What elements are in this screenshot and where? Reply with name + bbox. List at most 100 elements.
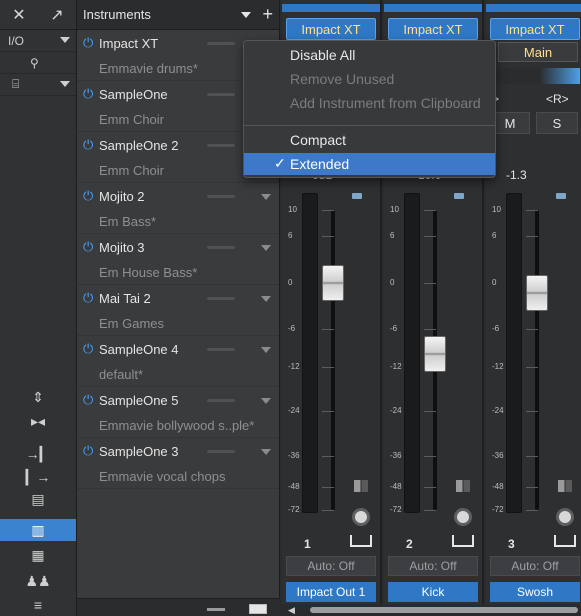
- volume-fader-knob[interactable]: [526, 275, 548, 311]
- fader-slot: [535, 210, 539, 510]
- chevron-down-icon[interactable]: [261, 296, 271, 302]
- power-icon[interactable]: ⏻: [83, 188, 99, 204]
- instrument-name-row[interactable]: ⏻ Mai Tai 2: [77, 285, 279, 311]
- chevron-down-icon[interactable]: [261, 347, 271, 353]
- power-icon[interactable]: ⏻: [83, 443, 99, 459]
- wrench-row[interactable]: ⚲: [0, 52, 76, 74]
- window-icon[interactable]: [249, 604, 267, 614]
- menu-item-label: Remove Unused: [290, 71, 395, 87]
- pan-control[interactable]: [490, 68, 580, 84]
- scale-tick: [322, 487, 334, 488]
- input-icon[interactable]: ▎→: [0, 466, 76, 488]
- level-bar: [207, 399, 235, 402]
- instrument-row[interactable]: ⏻ Mai Tai 2 Em Games: [77, 285, 279, 336]
- instrument-name-row[interactable]: ⏻ SampleOne 5: [77, 387, 279, 413]
- instrument-editor-icon[interactable]: [454, 508, 472, 526]
- channel-output-label[interactable]: Swosh: [490, 582, 580, 602]
- instrument-row[interactable]: ⏻ SampleOne 4 default*: [77, 336, 279, 387]
- menu-item-add-from-clipboard[interactable]: Add Instrument from Clipboard: [244, 92, 495, 114]
- preset-name[interactable]: Emmavie bollywood s..ple*: [77, 413, 279, 437]
- channel-instrument-label[interactable]: Impact XT: [490, 18, 580, 40]
- scale-label: 10: [288, 205, 297, 214]
- automation-mode[interactable]: Auto: Off: [286, 556, 376, 576]
- add-instrument-button[interactable]: +: [262, 4, 273, 25]
- instrument-name-row[interactable]: ⏻ SampleOne 3: [77, 438, 279, 464]
- preset-name[interactable]: default*: [77, 362, 279, 386]
- channel-color-bar: [486, 4, 581, 12]
- automation-mode[interactable]: Auto: Off: [388, 556, 478, 576]
- power-icon[interactable]: ⏻: [83, 290, 99, 306]
- people-icon[interactable]: ♟♟: [0, 570, 76, 592]
- instrument-name-row[interactable]: ⏻ Mojito 2: [77, 183, 279, 209]
- menu-item-label: Extended: [290, 156, 350, 172]
- instrument-row[interactable]: ⏻ Mojito 3 Em House Bass*: [77, 234, 279, 285]
- power-icon[interactable]: ⏻: [83, 35, 99, 51]
- arrow-right-bar-icon[interactable]: →▎: [0, 443, 76, 465]
- up-down-arrows-icon[interactable]: ⇕: [0, 386, 76, 408]
- chevron-down-icon[interactable]: [261, 398, 271, 404]
- scale-tick: [526, 236, 538, 237]
- keyboard-icon[interactable]: [350, 535, 372, 547]
- channel-instrument-label[interactable]: Impact XT: [388, 18, 478, 40]
- scale-tick: [526, 487, 538, 488]
- instrument-editor-icon[interactable]: [556, 508, 574, 526]
- io-selector[interactable]: I/O: [0, 30, 76, 52]
- instrument-name-row[interactable]: ⏻ Mojito 3: [77, 234, 279, 260]
- chevron-down-icon[interactable]: [261, 449, 271, 455]
- menu-lines-icon[interactable]: ≡: [0, 594, 76, 616]
- power-icon[interactable]: ⏻: [83, 137, 99, 153]
- power-icon[interactable]: ⏻: [83, 341, 99, 357]
- channel-output-label[interactable]: Impact Out 1: [286, 582, 376, 602]
- chevron-down-icon[interactable]: [261, 194, 271, 200]
- menu-item-compact[interactable]: Compact: [244, 129, 495, 151]
- instrument-row[interactable]: ⏻ SampleOne 3 Emmavie vocal chops: [77, 438, 279, 489]
- solo-button[interactable]: S: [536, 112, 578, 134]
- keyboard-icon[interactable]: [452, 535, 474, 547]
- close-icon[interactable]: ✕: [12, 5, 25, 25]
- scale-tick: [424, 329, 436, 330]
- expand-icon[interactable]: [456, 480, 470, 492]
- minimize-icon[interactable]: [207, 608, 225, 611]
- chevron-down-icon[interactable]: [241, 12, 251, 18]
- expand-icon[interactable]: [354, 480, 368, 492]
- instrument-name: Mai Tai 2: [99, 290, 151, 306]
- preset-name[interactable]: Emmavie vocal chops: [77, 464, 279, 488]
- power-icon[interactable]: ⏻: [83, 239, 99, 255]
- preset-name[interactable]: Em House Bass*: [77, 260, 279, 284]
- instrument-row[interactable]: ⏻ Mojito 2 Em Bass*: [77, 183, 279, 234]
- horizontal-scrollbar[interactable]: ◀: [280, 604, 581, 616]
- preset-name[interactable]: Em Bass*: [77, 209, 279, 233]
- plugin-row[interactable]: ⌸: [0, 74, 76, 96]
- stacked-panels-icon[interactable]: ▦: [0, 544, 76, 566]
- keyboard-icon[interactable]: [554, 535, 576, 547]
- scroll-left-icon[interactable]: ◀: [288, 605, 295, 616]
- scale-label: -72: [492, 505, 504, 514]
- menu-item-disable-all[interactable]: Disable All: [244, 44, 495, 66]
- chevron-down-icon[interactable]: [261, 245, 271, 251]
- instrument-row[interactable]: ⏻ SampleOne 5 Emmavie bollywood s..ple*: [77, 387, 279, 438]
- bus-selector[interactable]: Main: [498, 42, 578, 62]
- preset-name[interactable]: Em Games: [77, 311, 279, 335]
- keyboard-icon[interactable]: ▥: [0, 519, 76, 541]
- volume-fader-knob[interactable]: [322, 265, 344, 301]
- menu-item-extended[interactable]: ✓ Extended: [244, 153, 495, 175]
- instrument-name-row[interactable]: ⏻ SampleOne 4: [77, 336, 279, 362]
- channel-instrument-label[interactable]: Impact XT: [286, 18, 376, 40]
- scroll-thumb[interactable]: [310, 607, 578, 613]
- power-icon[interactable]: ⏻: [83, 392, 99, 408]
- scale-label: 0: [492, 278, 497, 287]
- automation-mode[interactable]: Auto: Off: [490, 556, 580, 576]
- power-icon[interactable]: ⏻: [83, 86, 99, 102]
- instrument-name: Impact XT: [99, 35, 159, 51]
- channel-list-icon[interactable]: ▤: [0, 488, 76, 510]
- channel-output-label[interactable]: Kick: [388, 582, 478, 602]
- io-label: I/O: [8, 33, 25, 48]
- collapse-icon[interactable]: ▸◂: [0, 410, 76, 432]
- mute-button[interactable]: M: [490, 112, 530, 134]
- meter-indicator: [556, 193, 566, 199]
- menu-item-remove-unused[interactable]: Remove Unused: [244, 68, 495, 90]
- instrument-editor-icon[interactable]: [352, 508, 370, 526]
- expand-icon[interactable]: ↗: [50, 5, 63, 25]
- volume-fader-knob[interactable]: [424, 336, 446, 372]
- expand-icon[interactable]: [558, 480, 572, 492]
